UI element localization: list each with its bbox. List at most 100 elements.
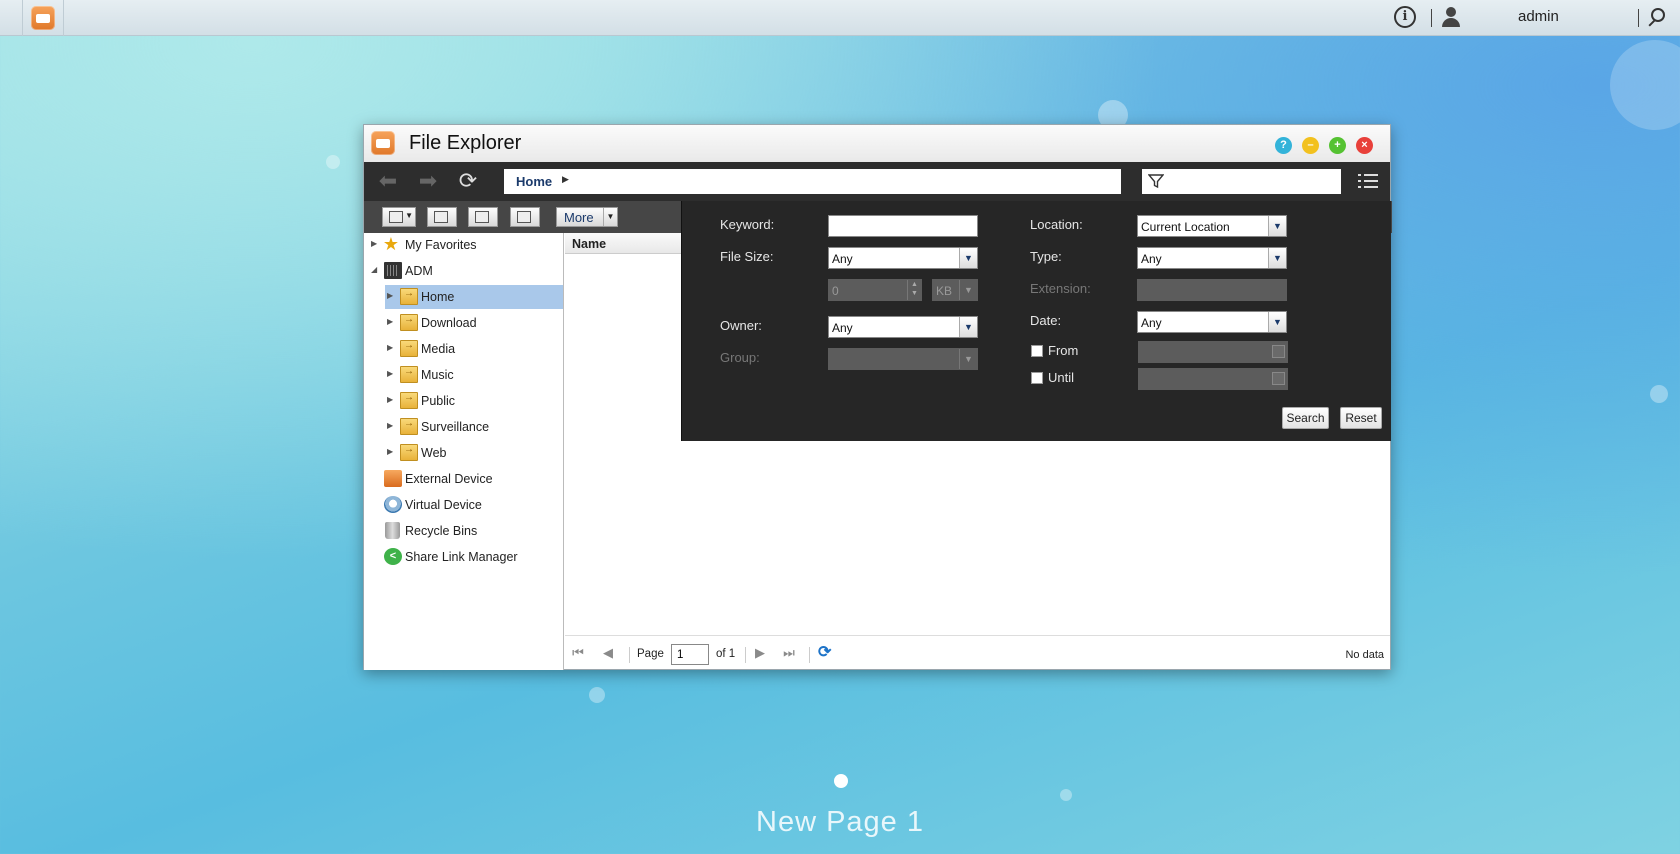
tree-item-label: Download [421,316,477,330]
new-folder-icon [434,211,448,223]
until-date-field[interactable] [1138,368,1288,390]
search-button[interactable]: Search [1282,407,1329,429]
expand-arrow-icon[interactable]: ▶ [387,343,393,352]
page-count-label: of 1 [716,648,736,660]
size-amount-stepper[interactable]: 0 ▲ ▼ [828,279,922,301]
background-bokeh [1610,40,1680,130]
chevron-down-icon[interactable]: ▼ [1268,216,1286,236]
expand-arrow-icon[interactable]: ▶ [387,395,393,404]
last-page-icon[interactable]: ⏭ [781,645,797,661]
breadcrumb-chevron-icon[interactable]: ▶ [562,174,569,185]
advanced-search-panel: Keyword: File Size: Any ▼ 0 ▲ ▼ KB ▼ Owne… [681,201,1391,441]
from-checkbox[interactable] [1031,345,1043,357]
size-amount-value: 0 [832,284,839,298]
tree-item-virtual-device[interactable]: Virtual Device [364,493,563,517]
search-icon[interactable] [1646,7,1668,29]
move-icon [475,211,489,223]
tree-item-download[interactable]: ▶ Download [364,311,563,335]
app-launcher-button[interactable] [22,0,64,36]
close-icon[interactable]: × [1356,137,1373,154]
chevron-down-icon[interactable]: ▼ [959,248,977,268]
username-label[interactable]: admin [1518,8,1559,25]
more-button[interactable]: More ▼ [556,207,618,227]
page-label: Page [637,648,664,660]
breadcrumb[interactable]: Home ▶ [504,169,1121,194]
date-select[interactable]: Any ▼ [1137,311,1287,333]
tree-item-recycle-bins[interactable]: Recycle Bins [364,519,563,543]
date-label: Date: [1030,313,1062,328]
expand-arrow-icon[interactable]: ▶ [387,291,393,300]
maximize-icon[interactable]: + [1329,137,1346,154]
window-titlebar[interactable]: File Explorer ? – + × [364,125,1390,162]
back-arrow-icon[interactable]: ⬅ [376,170,400,192]
chevron-down-icon[interactable]: ▼ [959,317,977,337]
topbar-divider [1638,9,1639,27]
minimize-icon[interactable]: – [1302,137,1319,154]
filter-input[interactable] [1142,169,1341,194]
move-button[interactable] [468,207,498,227]
tree-item-home[interactable]: ▶ Home [385,285,563,309]
tree-item-adm[interactable]: ◢ ADM [364,259,563,283]
filter-funnel-icon[interactable] [1148,173,1164,189]
chevron-down-icon[interactable]: ▼ [603,208,617,226]
breadcrumb-home[interactable]: Home [516,174,552,189]
calendar-icon[interactable] [1272,345,1285,358]
chevron-down-icon[interactable]: ▼ [1268,248,1286,268]
group-select[interactable]: ▼ [828,348,978,370]
previous-page-icon[interactable]: ◀ [600,645,616,661]
tree-item-share-link-manager[interactable]: < Share Link Manager [364,545,563,569]
user-icon[interactable] [1440,6,1462,28]
location-select[interactable]: Current Location ▼ [1137,215,1287,237]
tree-item-label: Public [421,394,456,408]
list-view-icon[interactable] [1358,171,1378,191]
tree-item-public[interactable]: ▶ Public [364,389,563,413]
extension-label: Extension: [1030,281,1091,296]
refresh-list-icon[interactable]: ⟳ [818,644,836,662]
page-number-input[interactable] [671,644,709,665]
background-bokeh [1060,789,1072,801]
tree-item-media[interactable]: ▶ Media [364,337,563,361]
type-select[interactable]: Any ▼ [1137,247,1287,269]
owner-select[interactable]: Any ▼ [828,316,978,338]
next-page-icon[interactable]: ▶ [752,645,768,661]
from-date-field[interactable] [1138,341,1288,363]
upload-button[interactable]: ▼ [382,207,416,227]
refresh-icon[interactable]: ⟳ [456,170,480,192]
new-folder-button[interactable] [427,207,457,227]
tree-item-music[interactable]: ▶ Music [364,363,563,387]
tree-item-external-device[interactable]: External Device [364,467,563,491]
info-icon[interactable]: i [1394,6,1416,28]
chevron-down-icon[interactable]: ▼ [959,280,977,300]
collapse-arrow-icon[interactable]: ◢ [371,265,377,274]
expand-arrow-icon[interactable]: ▶ [387,369,393,378]
chevron-down-icon[interactable]: ▼ [959,349,977,369]
stepper-arrows-icon[interactable]: ▲ ▼ [907,280,921,300]
reset-button[interactable]: Reset [1340,407,1382,429]
size-unit-value: KB [936,284,953,298]
page-indicator-dot[interactable] [834,774,848,788]
help-icon[interactable]: ? [1275,137,1292,154]
tree-item-web[interactable]: ▶ Web [364,441,563,465]
properties-button[interactable] [510,207,540,227]
keyword-input[interactable] [828,215,978,237]
expand-arrow-icon[interactable]: ▶ [387,447,393,456]
chevron-down-icon[interactable]: ▼ [1268,312,1286,332]
expand-arrow-icon[interactable]: ▶ [371,239,377,248]
tree-item-surveillance[interactable]: ▶ Surveillance [364,415,563,439]
star-icon: ★ [382,234,400,254]
column-header-name[interactable]: Name [572,237,606,251]
file-size-select[interactable]: Any ▼ [828,247,978,269]
calendar-icon[interactable] [1272,372,1285,385]
group-label: Group: [720,350,760,365]
folder-tree: ▶ ★ My Favorites ◢ ADM ▶ Home ▶ Download… [364,233,564,670]
expand-arrow-icon[interactable]: ▶ [387,317,393,326]
background-bokeh [1650,385,1668,403]
until-checkbox[interactable] [1031,372,1043,384]
owner-value: Any [832,321,853,335]
tree-item-my-favorites[interactable]: ▶ ★ My Favorites [364,233,563,257]
extension-input[interactable] [1137,279,1287,301]
first-page-icon[interactable]: ⏮ [570,645,586,661]
forward-arrow-icon[interactable]: ➡ [416,170,440,192]
size-unit-select[interactable]: KB ▼ [932,279,978,301]
expand-arrow-icon[interactable]: ▶ [387,421,393,430]
